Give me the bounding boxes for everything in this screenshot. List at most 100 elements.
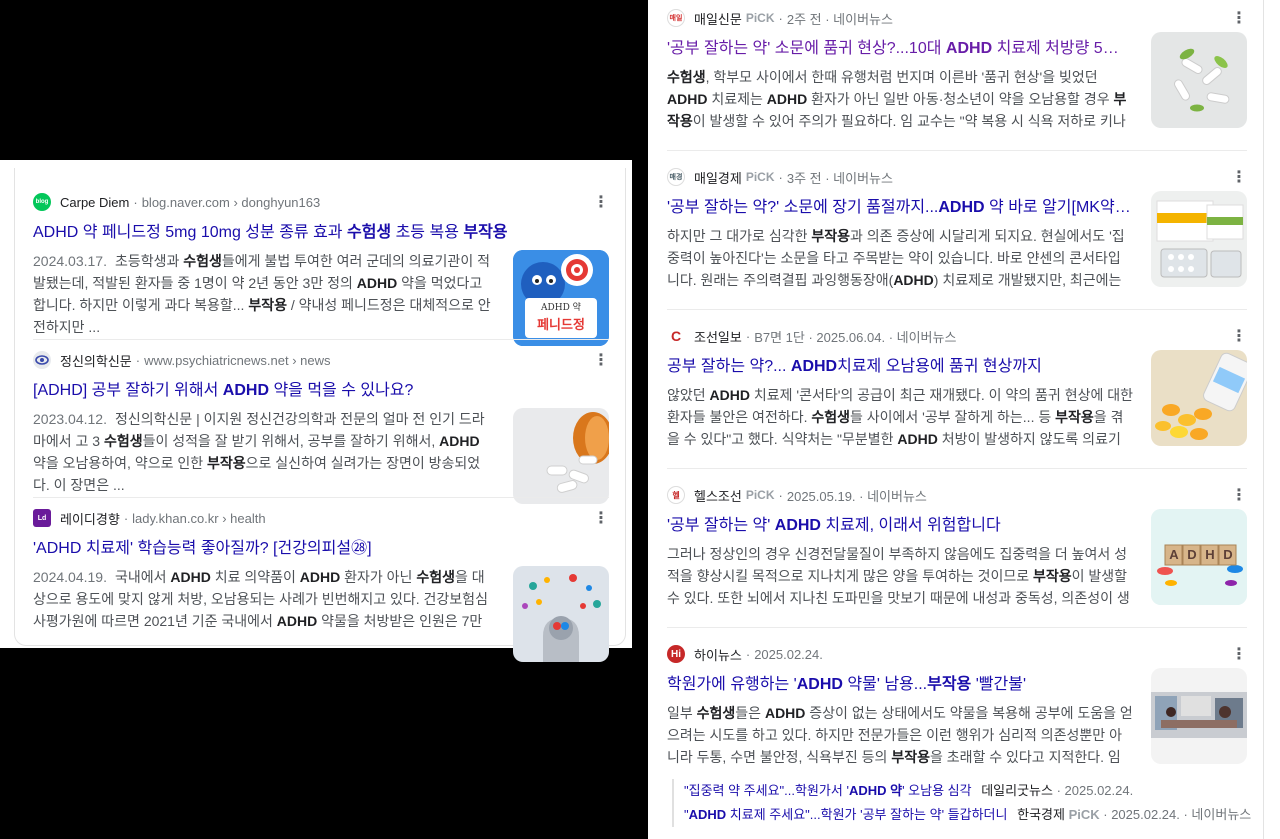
result-thumbnail[interactable] bbox=[513, 566, 609, 662]
divider bbox=[667, 468, 1247, 469]
result-snippet: 일부 수험생들은 ADHD 증상이 없는 상태에서도 약물을 복용해 공부에 도… bbox=[667, 705, 1133, 765]
related-article-source: 한국경제 bbox=[1017, 807, 1065, 822]
result-source[interactable]: Ld 레이디경향 · lady.khan.co.kr › health bbox=[33, 508, 609, 528]
news-result: Hi 하이뉴스 · 2025.02.24. ⋮ 학원가에 유행하는 'ADHD … bbox=[667, 644, 1247, 768]
source-name: Carpe Diem bbox=[60, 194, 130, 210]
result-meta: 2025.02.24. bbox=[754, 646, 823, 662]
source-name: 매일경제 bbox=[694, 170, 742, 186]
source-url: lady.khan.co.kr › health bbox=[132, 510, 266, 526]
source-name: 조선일보 bbox=[694, 329, 742, 345]
news-result: 매일 매일신문 PiCK · 2주 전 · 네이버뉴스 ⋮ '공부 잘하는 약'… bbox=[667, 8, 1247, 132]
source-name: 정신의학신문 bbox=[60, 353, 132, 369]
news-result: C 조선일보 · B7면 1단 · 2025.06.04. · 네이버뉴스 ⋮ … bbox=[667, 326, 1247, 450]
result-title[interactable]: '공부 잘하는 약' 소문에 품귀 현상?...10대 ADHD 치료제 처방량… bbox=[667, 38, 1131, 60]
divider bbox=[33, 339, 609, 340]
right-news-panel: 매일 매일신문 PiCK · 2주 전 · 네이버뉴스 ⋮ '공부 잘하는 약'… bbox=[648, 0, 1280, 839]
source-name: 헬스조선 bbox=[694, 488, 742, 504]
divider bbox=[667, 309, 1247, 310]
more-options-icon[interactable]: ⋮ bbox=[1231, 644, 1247, 664]
source-name: 레이디경향 bbox=[60, 511, 120, 527]
search-result: blog Carpe Diem · blog.naver.com › dongh… bbox=[33, 192, 609, 346]
result-title[interactable]: 'ADHD 치료제' 학습능력 좋아질까? [건강의피설㉘] bbox=[33, 538, 609, 560]
result-meta: 3주 전 · 네이버뉴스 bbox=[786, 170, 893, 186]
pick-badge: PiCK bbox=[745, 11, 775, 25]
result-meta: 2주 전 · 네이버뉴스 bbox=[786, 11, 893, 27]
related-article: "ADHD 치료제 주세요"...학원가 '공부 잘하는 약' 들갑하더니 한국… bbox=[684, 803, 1252, 827]
search-result: 정신의학신문 · www.psychiatricnews.net › news … bbox=[33, 350, 609, 504]
result-title[interactable]: [ADHD] 공부 잘하기 위해서 ADHD 약을 먹을 수 있나요? bbox=[33, 380, 609, 402]
result-snippet: 2024.04.19. 국내에서 ADHD 치료 의약품이 ADHD 환자가 아닌… bbox=[33, 569, 488, 629]
more-options-icon[interactable]: ⋮ bbox=[593, 508, 609, 528]
source-logo-icon: Ld bbox=[33, 509, 51, 527]
result-source[interactable]: C 조선일보 · B7면 1단 · 2025.06.04. · 네이버뉴스 bbox=[667, 326, 1247, 346]
related-article-source: 데일리굿뉴스 bbox=[981, 783, 1053, 798]
result-date: 2024.03.17. bbox=[33, 253, 107, 269]
result-snippet: 2024.03.17. 초등학생과 수험생들에게 불법 투여한 여러 군데의 의료… bbox=[33, 253, 491, 335]
more-options-icon[interactable]: ⋮ bbox=[593, 350, 609, 370]
source-url: www.psychiatricnews.net › news bbox=[144, 352, 331, 368]
result-source[interactable]: 헬 헬스조선 PiCK · 2025.05.19. · 네이버뉴스 bbox=[667, 485, 1247, 505]
thumb-letters: A D H D bbox=[1169, 547, 1233, 562]
pick-badge: PiCK bbox=[1068, 807, 1100, 822]
result-source[interactable]: 매일 매일신문 PiCK · 2주 전 · 네이버뉴스 bbox=[667, 8, 1247, 28]
divider bbox=[33, 497, 609, 498]
result-snippet: 2023.04.12. 정신의학신문 | 이지원 정신건강의학과 전문의 얼마 전… bbox=[33, 411, 485, 493]
source-logo-icon: Hi bbox=[667, 645, 685, 663]
thumb-caption-top: ADHD 약 bbox=[541, 303, 581, 313]
related-article-meta: · 2025.02.24. bbox=[1056, 783, 1134, 798]
news-result: 헬 헬스조선 PiCK · 2025.05.19. · 네이버뉴스 ⋮ '공부 … bbox=[667, 485, 1247, 609]
thumb-caption: 페니드정 bbox=[537, 317, 585, 332]
related-article-link[interactable]: "집중력 약 주세요"...학원가서 'ADHD 약' 오남용 심각 bbox=[684, 783, 972, 798]
source-logo-icon: 매경 bbox=[667, 168, 685, 186]
result-source[interactable]: 정신의학신문 · www.psychiatricnews.net › news bbox=[33, 350, 609, 370]
medicine-box-image bbox=[1151, 191, 1247, 287]
result-title[interactable]: '공부 잘하는 약?' 소문에 장기 품절까지...ADHD 약 바로 알기[M… bbox=[667, 197, 1131, 219]
more-options-icon[interactable]: ⋮ bbox=[1231, 485, 1247, 505]
classroom-image bbox=[1151, 668, 1247, 764]
pick-badge: PiCK bbox=[745, 488, 775, 502]
source-logo-icon: C bbox=[667, 327, 685, 345]
result-snippet: 하지만 그 대가로 심각한 부작용과 의존 증상에 시달리게 되지요. 현실에서… bbox=[667, 228, 1125, 288]
more-options-icon[interactable]: ⋮ bbox=[1231, 326, 1247, 346]
result-thumbnail[interactable] bbox=[513, 408, 609, 504]
left-results-card: blog Carpe Diem · blog.naver.com › dongh… bbox=[14, 168, 626, 662]
result-snippet: 않았던 ADHD 치료제 '콘서타'의 공급이 최근 재개됐다. 이 약의 품귀… bbox=[667, 387, 1133, 447]
pill-bottle-image bbox=[513, 408, 609, 504]
more-options-icon[interactable]: ⋮ bbox=[1231, 167, 1247, 187]
left-search-panel: blog Carpe Diem · blog.naver.com › dongh… bbox=[0, 160, 632, 662]
result-title[interactable]: ADHD 약 페니드정 5mg 10mg 성분 종류 효과 수험생 초등 복용 … bbox=[33, 222, 609, 244]
divider bbox=[667, 627, 1247, 628]
result-source[interactable]: Hi 하이뉴스 · 2025.02.24. bbox=[667, 644, 1247, 664]
result-source[interactable]: blog Carpe Diem · blog.naver.com › dongh… bbox=[33, 192, 609, 212]
more-options-icon[interactable]: ⋮ bbox=[1231, 8, 1247, 28]
pick-badge: PiCK bbox=[745, 170, 775, 184]
divider bbox=[667, 150, 1247, 151]
result-meta: 2025.05.19. · 네이버뉴스 bbox=[786, 488, 927, 504]
result-meta: B7면 1단 · 2025.06.04. · 네이버뉴스 bbox=[754, 329, 957, 345]
result-thumbnail[interactable] bbox=[1151, 191, 1247, 287]
source-name: 하이뉴스 bbox=[694, 647, 742, 663]
news-result: 매경 매일경제 PiCK · 3주 전 · 네이버뉴스 ⋮ '공부 잘하는 약?… bbox=[667, 167, 1247, 291]
related-article: "집중력 약 주세요"...학원가서 'ADHD 약' 오남용 심각 데일리굿뉴… bbox=[684, 779, 1252, 803]
source-url: blog.naver.com › donghyun163 bbox=[141, 194, 321, 210]
related-articles: "집중력 약 주세요"...학원가서 'ADHD 약' 오남용 심각 데일리굿뉴… bbox=[672, 779, 1252, 827]
pills-leaves-image bbox=[1151, 32, 1247, 128]
result-thumbnail[interactable]: A D H D bbox=[1151, 509, 1247, 605]
pill-bottle-image bbox=[1151, 350, 1247, 446]
source-logo-icon bbox=[33, 351, 51, 369]
related-article-link[interactable]: "ADHD 치료제 주세요"...학원가 '공부 잘하는 약' 들갑하더니 bbox=[684, 807, 1007, 822]
result-snippet: 그러나 정상인의 경우 신경전달물질이 부족하지 않음에도 집중력을 더 높여서… bbox=[667, 546, 1130, 606]
source-name: 매일신문 bbox=[694, 11, 742, 27]
search-result: Ld 레이디경향 · lady.khan.co.kr › health ⋮ 'A… bbox=[33, 508, 609, 662]
related-article-meta: · 2025.02.24. · 네이버뉴스 bbox=[1103, 807, 1252, 822]
result-source[interactable]: 매경 매일경제 PiCK · 3주 전 · 네이버뉴스 bbox=[667, 167, 1247, 187]
result-thumbnail[interactable] bbox=[1151, 32, 1247, 128]
result-thumbnail[interactable] bbox=[1151, 668, 1247, 764]
brain-pills-image bbox=[513, 566, 609, 662]
result-thumbnail[interactable] bbox=[1151, 350, 1247, 446]
result-date: 2024.04.19. bbox=[33, 569, 107, 585]
result-snippet: 수험생, 학부모 사이에서 한때 유행처럼 번지며 이른바 '품귀 현상'을 빚… bbox=[667, 69, 1127, 129]
more-options-icon[interactable]: ⋮ bbox=[593, 192, 609, 212]
source-logo-icon: 헬 bbox=[667, 486, 685, 504]
result-thumbnail[interactable]: ADHD 약 페니드정 bbox=[513, 250, 609, 346]
